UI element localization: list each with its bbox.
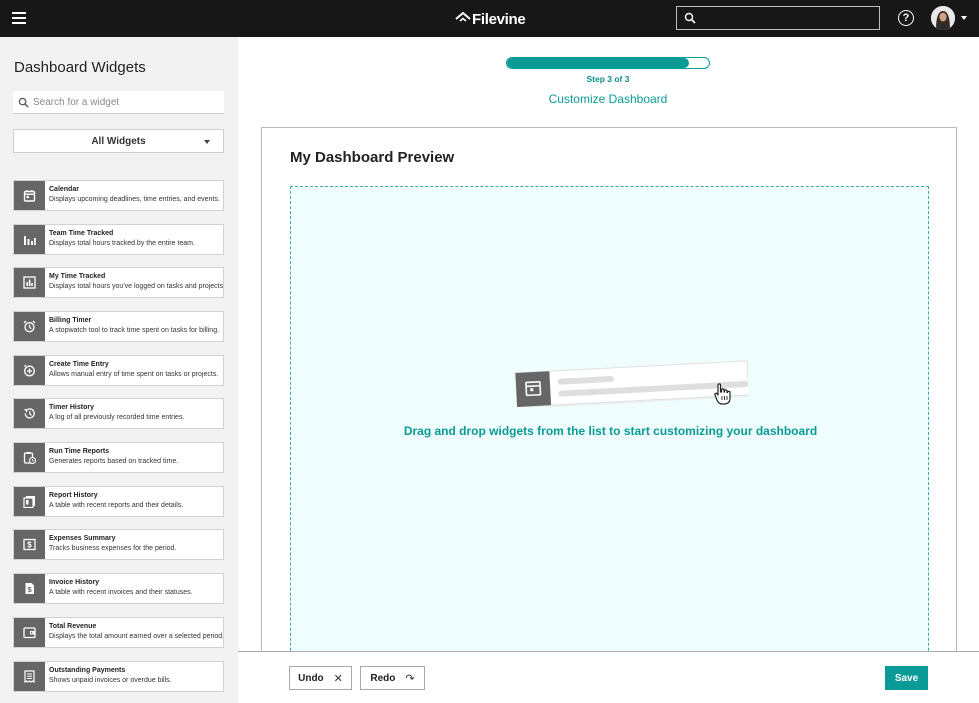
- calendar-icon: [14, 181, 45, 210]
- brand-name: Filevine: [472, 10, 526, 28]
- preview-title: My Dashboard Preview: [290, 149, 455, 166]
- bar-chart-icon: [14, 268, 45, 297]
- alarm-clock-icon: [14, 312, 45, 341]
- invoice-dollar-icon: $: [14, 574, 45, 603]
- widget-card-description: Tracks business expenses for the period.: [49, 545, 177, 552]
- widget-card-text: Create Time Entry Allows manual entry of …: [45, 356, 218, 385]
- search-icon: [18, 97, 29, 108]
- widget-card-description: Shows unpaid invoices or overdue bills.: [49, 677, 172, 684]
- widget-card-text: Calendar Displays upcoming deadlines, tim…: [45, 181, 220, 210]
- clipboard-clock-icon: [14, 443, 45, 472]
- add-time-icon: [14, 356, 45, 385]
- top-navigation-bar: Filevine ?: [0, 0, 979, 37]
- widget-filter-select[interactable]: All Widgets: [13, 129, 224, 153]
- chevron-down-icon[interactable]: [961, 16, 967, 20]
- widget-card-description: Displays total hours you've logged on ta…: [49, 283, 223, 290]
- widget-card-name: Team Time Tracked: [49, 230, 114, 237]
- hamburger-menu-icon[interactable]: [12, 12, 26, 24]
- receipt-icon: [14, 662, 45, 691]
- widget-card-outstanding-payments[interactable]: Outstanding Payments Shows unpaid invoice…: [13, 661, 224, 692]
- widget-card-name: Report History: [49, 492, 98, 499]
- widget-card-name: Run Time Reports: [49, 448, 110, 455]
- widget-card-total-revenue[interactable]: Total Revenue Displays the total amount e…: [13, 617, 224, 648]
- redo-arrow-icon: ↷: [405, 672, 415, 685]
- widget-card-name: Expenses Summary: [49, 535, 116, 542]
- widget-search[interactable]: [13, 91, 224, 114]
- widget-card-team-time-tracked[interactable]: Team Time Tracked Displays total hours tr…: [13, 224, 224, 255]
- widget-card-text: My Time Tracked Displays total hours you'…: [45, 268, 223, 297]
- team-bar-chart-icon: [14, 225, 45, 254]
- widget-card-name: Total Revenue: [49, 623, 97, 630]
- widget-card-text: Invoice History A table with recent invoi…: [45, 574, 193, 603]
- widget-sidebar: Dashboard Widgets All Widgets Calendar Di…: [0, 37, 238, 703]
- widget-filter-value: All Widgets: [91, 135, 146, 147]
- global-search-input[interactable]: [676, 6, 880, 30]
- widget-card-name: Create Time Entry: [49, 361, 109, 368]
- widget-card-description: A stopwatch tool to track time spent on …: [49, 327, 220, 334]
- widget-card-description: Displays the total amount earned over a …: [49, 633, 223, 640]
- widget-card-text: Total Revenue Displays the total amount e…: [45, 618, 223, 647]
- dropzone-message: Drag and drop widgets from the list to s…: [403, 424, 818, 438]
- drag-widget-illustration: [514, 360, 748, 407]
- widget-card-name: Timer History: [49, 404, 94, 411]
- widget-card-name: Invoice History: [49, 579, 100, 586]
- filevine-logo-icon: [455, 12, 471, 22]
- widget-card-description: A table with recent reports and their de…: [49, 502, 184, 509]
- wizard-progress-bar: [506, 57, 710, 69]
- close-icon: ✕: [333, 672, 343, 685]
- user-avatar[interactable]: [931, 6, 955, 30]
- chevron-down-icon: [204, 140, 210, 144]
- widget-card-billing-timer[interactable]: Billing Timer A stopwatch tool to track t…: [13, 311, 224, 342]
- widget-card-description: A log of all previously recorded time en…: [49, 414, 185, 421]
- filevine-logo[interactable]: Filevine: [455, 9, 526, 29]
- search-icon: [684, 12, 696, 24]
- widget-card-run-time-reports[interactable]: Run Time Reports Generates reports based …: [13, 442, 224, 473]
- redo-button[interactable]: Redo ↷: [360, 666, 425, 690]
- widget-card-name: Calendar: [49, 186, 79, 193]
- undo-label: Undo: [298, 672, 324, 684]
- dollar-box-icon: $: [14, 530, 45, 559]
- widget-card-expenses-summary[interactable]: $ Expenses Summary Tracks business expense…: [13, 529, 224, 560]
- widget-card-text: Report History A table with recent report…: [45, 487, 183, 516]
- wizard-progress-fill: [507, 58, 689, 68]
- history-icon: [14, 399, 45, 428]
- widget-card-my-time-tracked[interactable]: My Time Tracked Displays total hours you'…: [13, 267, 224, 298]
- wallet-icon: [14, 618, 45, 647]
- widget-card-text: Outstanding Payments Shows unpaid invoice…: [45, 662, 172, 691]
- widget-search-input[interactable]: [33, 93, 218, 112]
- widget-card-name: My Time Tracked: [49, 273, 106, 280]
- widget-card-description: Allows manual entry of time spent on tas…: [49, 371, 219, 378]
- bottom-action-bar: Undo ✕ Redo ↷ Save: [238, 651, 979, 703]
- redo-label: Redo: [370, 672, 396, 684]
- svg-text:$: $: [27, 541, 32, 550]
- undo-button[interactable]: Undo ✕: [289, 666, 352, 690]
- widget-card-invoice-history[interactable]: $ Invoice History A table with recent invo…: [13, 573, 224, 604]
- save-button[interactable]: Save: [885, 666, 928, 690]
- widget-card-description: A table with recent invoices and their s…: [49, 589, 193, 596]
- help-circle-icon[interactable]: ?: [898, 10, 914, 26]
- widget-card-timer-history[interactable]: Timer History A log of all previously rec…: [13, 398, 224, 429]
- dashboard-preview-card: My Dashboard Preview Drag and drop widge…: [261, 127, 957, 703]
- widget-card-text: Run Time Reports Generates reports based …: [45, 443, 178, 472]
- widget-card-report-history[interactable]: Report History A table with recent report…: [13, 486, 224, 517]
- wizard-step-label: Step 3 of 3: [586, 74, 630, 84]
- widget-card-text: Timer History A log of all previously rec…: [45, 399, 184, 428]
- widget-card-text: Expenses Summary Tracks business expenses…: [45, 530, 176, 559]
- widget-card-name: Outstanding Payments: [49, 667, 126, 674]
- avatar-portrait: [931, 6, 955, 30]
- page-subtitle: Customize Dashboard: [548, 92, 668, 106]
- report-stack-icon: [14, 487, 45, 516]
- widget-dropzone[interactable]: Drag and drop widgets from the list to s…: [290, 186, 929, 703]
- widget-card-create-time-entry[interactable]: Create Time Entry Allows manual entry of …: [13, 355, 224, 386]
- widget-card-calendar[interactable]: Calendar Displays upcoming deadlines, tim…: [13, 180, 224, 211]
- sidebar-title: Dashboard Widgets: [14, 59, 146, 76]
- widget-card-name: Billing Timer: [49, 317, 92, 324]
- widget-card-description: Generates reports based on tracked time.: [49, 458, 179, 465]
- widget-card-description: Displays upcoming deadlines, time entrie…: [49, 196, 220, 203]
- widget-card-description: Displays total hours tracked by the enti…: [49, 240, 195, 247]
- widget-card-text: Billing Timer A stopwatch tool to track t…: [45, 312, 219, 341]
- widget-card-text: Team Time Tracked Displays total hours tr…: [45, 225, 195, 254]
